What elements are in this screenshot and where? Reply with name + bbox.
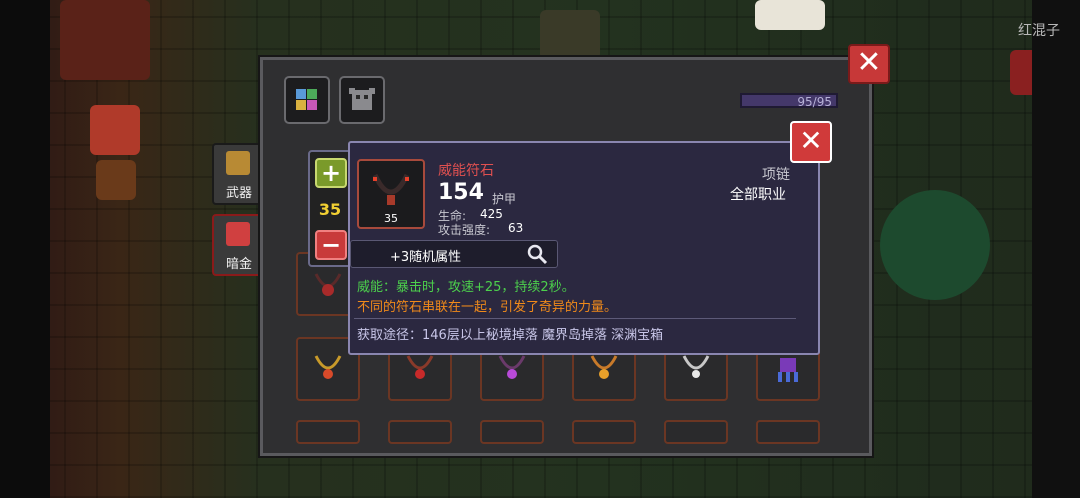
side-tab-dark-gold-label: 暗金	[225, 257, 252, 272]
screen-edge-left	[0, 0, 50, 498]
magnifier-icon[interactable]	[526, 243, 548, 265]
stat-value: 63	[508, 221, 524, 235]
necklace-icon	[314, 273, 342, 296]
item-effect: 威能：暴击时，攻速+25，持续2秒。	[357, 280, 575, 295]
item-flavor: 不同的符石串联在一起，引发了奇异的力量。	[357, 300, 618, 315]
stat-label: 攻击强度:	[438, 223, 491, 237]
palette-icon	[296, 89, 317, 110]
dark-gold-icon	[226, 222, 250, 246]
quantity-plus-button[interactable]: +	[315, 158, 347, 188]
inventory-slot[interactable]	[296, 420, 360, 444]
inventory-slot[interactable]	[388, 420, 452, 444]
necklace-icon	[590, 355, 618, 379]
inventory-slot[interactable]	[756, 420, 820, 444]
item-source: 获取途径：146层以上秘境掉落 魔界岛掉落 深渊宝箱	[357, 328, 664, 343]
inventory-slot[interactable]	[572, 420, 636, 444]
quantity-stepper: + 35 −	[308, 150, 352, 267]
tooltip-divider	[354, 318, 796, 319]
inventory-slot[interactable]	[480, 420, 544, 444]
necklace-icon	[406, 355, 434, 379]
background-barrel	[96, 160, 136, 200]
quantity-minus-button[interactable]: −	[315, 230, 347, 260]
item-icon-box: 35	[357, 159, 425, 229]
inventory-slot[interactable]	[664, 420, 728, 444]
player-name: 红混子	[1018, 23, 1060, 39]
background-tree	[880, 190, 990, 300]
random-attrs-label: +3随机属性	[390, 250, 462, 265]
side-tab-weapon-label: 武器	[225, 186, 252, 201]
quantity-value: 35	[318, 200, 342, 219]
item-main-stat: 护甲	[492, 192, 517, 206]
background-building	[60, 0, 150, 80]
hp-bar: 95/95	[740, 93, 838, 109]
weapon-icon	[226, 151, 250, 175]
side-tab-weapon[interactable]: 武器	[212, 143, 266, 205]
close-inventory-button[interactable]: ✕	[848, 44, 890, 84]
item-icon-count: 35	[384, 212, 398, 225]
squid-icon	[778, 358, 798, 382]
background-door	[540, 10, 600, 60]
tab-armor[interactable]	[339, 76, 385, 124]
item-slot: 项链	[762, 167, 790, 183]
item-name: 威能符石	[438, 163, 494, 179]
background-chest	[90, 105, 140, 155]
item-main-value: 154	[438, 180, 484, 205]
tab-palette[interactable]	[284, 76, 330, 124]
close-tooltip-button[interactable]: ✕	[790, 121, 832, 163]
rune-necklace-icon	[372, 173, 410, 205]
necklace-icon	[498, 355, 526, 379]
necklace-icon	[314, 355, 342, 379]
item-class: 全部职业	[730, 187, 786, 203]
screen-edge-right	[1032, 0, 1080, 498]
side-tab-dark-gold[interactable]: 暗金	[212, 214, 266, 276]
necklace-icon	[682, 355, 710, 378]
armor-icon	[349, 88, 375, 110]
background-npc	[755, 0, 825, 30]
stat-value: 425	[480, 207, 503, 221]
